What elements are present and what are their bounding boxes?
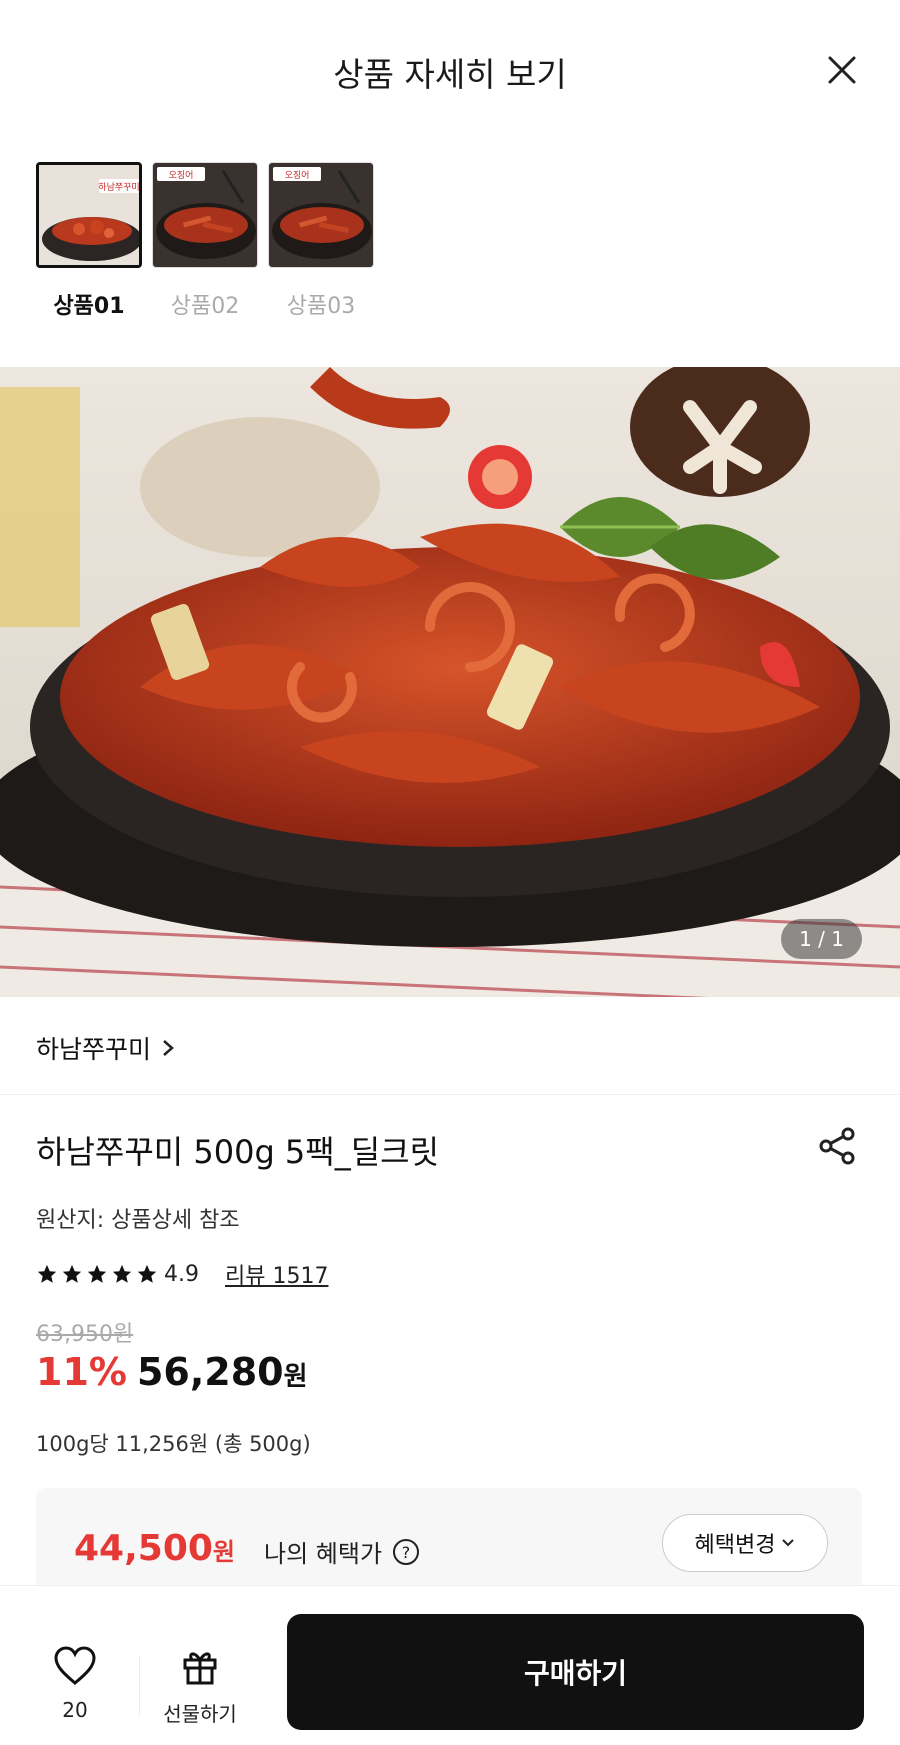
like-count: 20 (62, 1698, 88, 1722)
sale-price-value: 56,280 (136, 1350, 284, 1394)
gift-icon (183, 1652, 217, 1685)
discount-rate: 11% (36, 1350, 127, 1394)
star-icon (112, 1264, 132, 1283)
thumbnail-item[interactable]: 오징어 상품03 (268, 162, 374, 320)
currency-label: 원 (212, 1538, 236, 1566)
image-pager: 1 / 1 (781, 919, 862, 959)
thumbnail-badge: 하남쭈꾸미 (98, 182, 139, 193)
divider (0, 1094, 900, 1095)
heart-icon (54, 1646, 96, 1685)
share-icon[interactable] (816, 1124, 860, 1168)
benefit-label-text: 나의 혜택가 (264, 1540, 383, 1568)
gift-button[interactable]: 선물하기 (150, 1646, 250, 1727)
page-title: 상품 자세히 보기 (333, 55, 567, 94)
chevron-right-icon (163, 1040, 174, 1056)
benefit-label: 나의 혜택가 ? (264, 1534, 420, 1569)
help-icon[interactable]: ? (392, 1538, 420, 1566)
divider (139, 1656, 140, 1716)
thumbnail-item[interactable]: 오징어 상품02 (152, 162, 258, 320)
product-title: 하남쭈꾸미 500g 5팩_딜크릿 (36, 1133, 440, 1171)
star-rating (36, 1263, 158, 1285)
rating-row: 4.9 리뷰 1517 (36, 1258, 328, 1290)
thumbnail-label: 상품01 (53, 294, 125, 319)
thumbnail-image: 오징어 (268, 162, 374, 268)
star-icon (137, 1264, 157, 1283)
thumbnail-badge: 오징어 (285, 170, 310, 181)
svg-text:?: ? (402, 1543, 411, 1562)
star-icon (87, 1264, 107, 1283)
change-benefit-button[interactable]: 혜택변경 (662, 1514, 828, 1572)
original-price: 63,950원 (36, 1322, 134, 1347)
star-icon (37, 1264, 57, 1283)
thumbnail-image: 오징어 (152, 162, 258, 268)
thumbnail-list: 하남쭈꾸미 상품01 오징어 상품02 오징어 상품03 (36, 162, 374, 320)
benefit-price-value: 44,500 (74, 1528, 213, 1569)
thumbnail-badge: 오징어 (169, 170, 194, 181)
header: 상품 자세히 보기 (0, 0, 900, 140)
bottom-bar: 20 선물하기 구매하기 (0, 1585, 900, 1745)
brand-name: 하남쭈꾸미 (36, 1035, 152, 1064)
gift-label: 선물하기 (163, 1702, 237, 1726)
close-icon[interactable] (822, 50, 862, 90)
price-row: 11% 56,280원 (36, 1350, 308, 1394)
sale-price: 56,280원 (137, 1350, 308, 1394)
benefit-price: 44,500원 (74, 1528, 235, 1569)
hero-image[interactable]: 1 / 1 (0, 367, 900, 997)
change-benefit-label: 혜택변경 (694, 1533, 776, 1558)
thumbnail-item[interactable]: 하남쭈꾸미 상품01 (36, 162, 142, 320)
buy-button[interactable]: 구매하기 (287, 1614, 864, 1730)
star-icon (62, 1264, 82, 1283)
currency-label: 원 (283, 1362, 308, 1392)
rating-value: 4.9 (164, 1261, 199, 1287)
thumbnail-label: 상품03 (286, 294, 356, 319)
thumbnail-image: 하남쭈꾸미 (36, 162, 142, 268)
like-button[interactable]: 20 (30, 1646, 120, 1722)
thumbnail-label: 상품02 (170, 294, 240, 319)
origin-info: 원산지: 상품상세 참조 (36, 1208, 240, 1233)
unit-price: 100g당 11,256원 (총 500g) (36, 1432, 311, 1456)
brand-link[interactable]: 하남쭈꾸미 (36, 1030, 175, 1066)
review-link[interactable]: 리뷰 1517 (225, 1258, 328, 1290)
chevron-down-icon (782, 1539, 795, 1547)
